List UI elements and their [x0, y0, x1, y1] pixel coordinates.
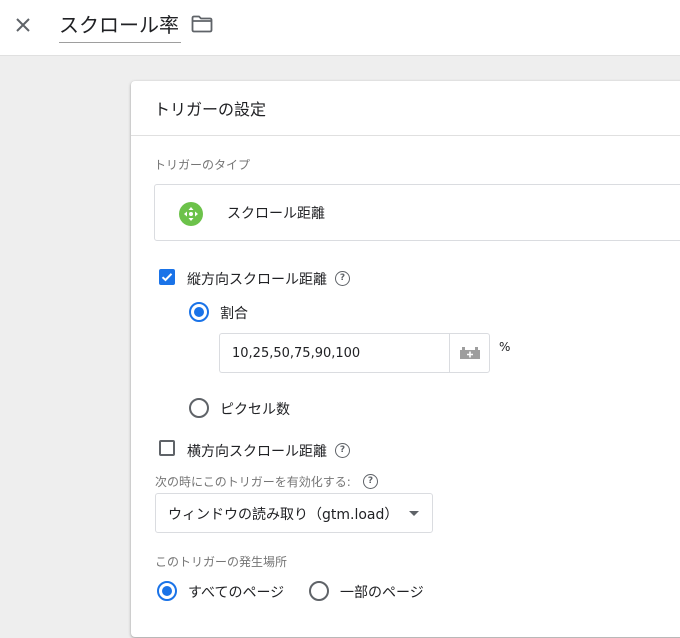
radio-some-pages-label: 一部のページ — [340, 585, 424, 601]
enable-when-help-icon[interactable]: ? — [363, 474, 378, 489]
percent-unit: % — [499, 340, 511, 354]
close-button[interactable] — [10, 12, 36, 38]
vertical-scroll-label: 縦方向スクロール距離 — [187, 272, 327, 288]
vertical-scroll-checkbox[interactable] — [159, 269, 175, 285]
dropdown-arrow-icon — [409, 511, 419, 516]
trigger-name-field[interactable]: スクロール率 — [59, 10, 181, 43]
trigger-type-selector[interactable]: スクロール距離 — [154, 184, 680, 241]
card-title: トリガーの設定 — [154, 100, 267, 119]
enable-when-select[interactable]: ウィンドウの読み取り（gtm.load） — [155, 493, 433, 533]
enable-when-label: 次の時にこのトリガーを有効化する: — [155, 475, 351, 489]
radio-pixels[interactable] — [189, 398, 209, 418]
radio-some-pages[interactable] — [309, 581, 329, 601]
radio-percent[interactable] — [189, 302, 209, 322]
insert-variable-button[interactable] — [449, 333, 490, 373]
radio-pixels-label: ピクセル数 — [220, 402, 290, 418]
trigger-config-card: トリガーの設定 トリガーのタイプ スクロール距離 縦方向スクロール距離 ? 割合… — [131, 81, 680, 637]
close-icon — [16, 18, 30, 32]
move-arrows-icon — [179, 202, 203, 226]
folder-icon — [191, 15, 213, 33]
variable-block-icon — [459, 347, 480, 359]
checkmark-icon — [161, 273, 173, 282]
enable-when-selected-value: ウィンドウの読み取り（gtm.load） — [168, 507, 399, 523]
radio-percent-label: 割合 — [220, 306, 248, 322]
vertical-help-icon[interactable]: ? — [335, 271, 350, 286]
percentage-input[interactable] — [219, 333, 449, 373]
horizontal-scroll-label: 横方向スクロール距離 — [187, 444, 327, 460]
fire-on-label: このトリガーの発生場所 — [155, 555, 288, 569]
horizontal-help-icon[interactable]: ? — [335, 443, 350, 458]
radio-all-pages-label: すべてのページ — [188, 585, 285, 601]
trigger-type-label: トリガーのタイプ — [154, 158, 251, 172]
folder-button[interactable] — [191, 15, 215, 37]
radio-all-pages[interactable] — [157, 581, 177, 601]
card-header: トリガーの設定 — [131, 81, 680, 136]
trigger-type-name: スクロール距離 — [227, 206, 325, 222]
top-bar: スクロール率 — [0, 0, 680, 56]
horizontal-scroll-checkbox[interactable] — [159, 440, 175, 456]
